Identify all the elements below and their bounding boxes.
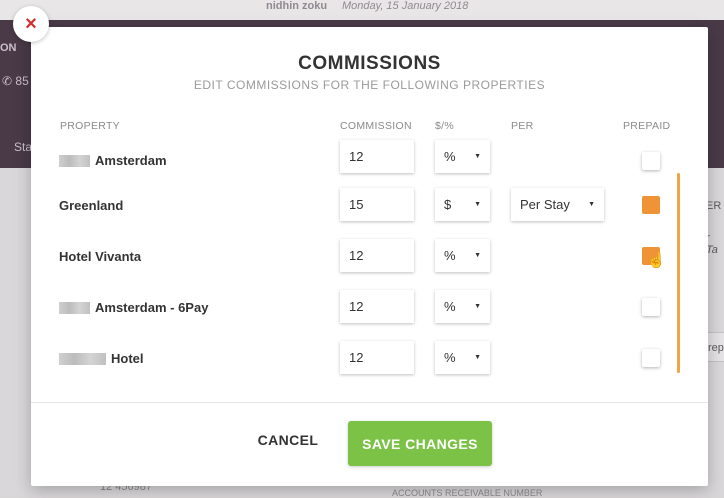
per-select[interactable]: Per Stay ▼: [511, 188, 604, 221]
unit-select[interactable]: % ▼: [435, 239, 490, 272]
column-header-commission: COMMISSION: [340, 120, 412, 132]
property-name: Amsterdam: [59, 153, 167, 168]
close-icon: ×: [25, 12, 37, 35]
property-name-label: Hotel: [111, 351, 144, 366]
caret-down-icon: ▼: [474, 354, 481, 361]
unit-select-value: $: [444, 197, 452, 212]
unit-select[interactable]: % ▼: [435, 341, 490, 374]
prepaid-checkbox[interactable]: [642, 298, 660, 316]
property-name: Hotel Vivanta: [59, 249, 141, 264]
current-date: Monday, 15 January 2018: [342, 0, 469, 12]
per-select-value: Per Stay: [520, 197, 570, 212]
redacted-text: [59, 154, 90, 167]
unit-select[interactable]: % ▼: [435, 290, 490, 323]
phone-number-fragment: 85: [15, 74, 29, 88]
modal-subtitle: EDIT COMMISSIONS FOR THE FOLLOWING PROPE…: [193, 78, 546, 92]
redacted-text: [59, 352, 106, 365]
property-row: Greenland $ ▼ Per Stay ▼: [31, 188, 708, 239]
caret-down-icon: ▼: [474, 153, 481, 160]
app-topbar: nidhin zoku Monday, 15 January 2018: [0, 0, 724, 20]
save-changes-button[interactable]: SAVE CHANGES: [348, 421, 492, 466]
property-list: Amsterdam % ▼ Greenland $ ▼ Per Stay ▼: [31, 135, 708, 392]
footer-divider: [31, 402, 708, 403]
modal-title: COMMISSIONS: [298, 53, 441, 74]
property-name: Hotel: [59, 351, 144, 366]
property-row: Amsterdam - 6Pay % ▼: [31, 290, 708, 341]
commission-input[interactable]: [340, 341, 414, 374]
column-header-unit: $/%: [435, 120, 454, 132]
side-fragment-1: ER: [706, 200, 722, 212]
close-button[interactable]: ×: [13, 6, 49, 42]
property-name: Greenland: [59, 198, 123, 213]
user-name: nidhin zoku: [266, 0, 328, 12]
column-header-per: PER: [511, 120, 534, 132]
commission-input[interactable]: [340, 290, 414, 323]
unit-select-value: %: [444, 350, 456, 365]
commissions-modal: COMMISSIONS EDIT COMMISSIONS FOR THE FOL…: [31, 27, 708, 486]
unit-select-value: %: [444, 149, 456, 164]
property-row: Amsterdam % ▼: [31, 140, 708, 191]
commission-input[interactable]: [340, 188, 414, 221]
header-status-fragment: ON: [0, 42, 17, 54]
prepaid-checkbox[interactable]: [642, 196, 660, 214]
side-fragment-3: rep: [708, 342, 724, 354]
property-row: Hotel Vivanta % ▼ ☝: [31, 239, 708, 290]
caret-down-icon: ▼: [588, 201, 595, 208]
hand-pointer-icon: ☝: [647, 252, 666, 269]
property-name-label: Amsterdam - 6Pay: [95, 300, 209, 315]
caret-down-icon: ▼: [474, 252, 481, 259]
property-name-label: Hotel Vivanta: [59, 249, 142, 264]
column-header-prepaid: PREPAID: [623, 120, 671, 132]
unit-select[interactable]: % ▼: [435, 140, 490, 173]
redacted-text: [59, 301, 90, 314]
commission-input[interactable]: [340, 140, 414, 173]
caret-down-icon: ▼: [474, 303, 481, 310]
unit-select[interactable]: $ ▼: [435, 188, 490, 221]
property-name-label: Greenland: [59, 198, 124, 213]
property-name: Amsterdam - 6Pay: [59, 300, 208, 315]
caret-down-icon: ▼: [474, 201, 481, 208]
cancel-button[interactable]: CANCEL: [253, 432, 323, 454]
prepaid-checkbox[interactable]: [642, 152, 660, 170]
prepaid-checkbox[interactable]: [642, 349, 660, 367]
list-scrollbar[interactable]: [677, 173, 680, 373]
tab-fragment: Sta: [14, 140, 33, 154]
column-header-property: PROPERTY: [60, 120, 120, 132]
unit-select-value: %: [444, 248, 456, 263]
phone-fragment: ✆ 85: [2, 74, 29, 88]
side-fragment-2: r Ta: [706, 232, 718, 256]
property-name-label: Amsterdam: [95, 153, 167, 168]
property-row: Hotel % ▼: [31, 341, 708, 392]
commission-input[interactable]: [340, 239, 414, 272]
unit-select-value: %: [444, 299, 456, 314]
